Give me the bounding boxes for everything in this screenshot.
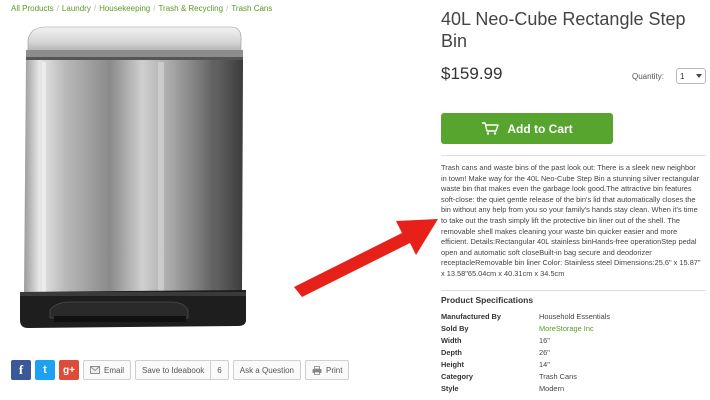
breadcrumb-separator: / [93, 4, 97, 13]
spec-value: 14" [539, 359, 550, 369]
quantity-control: Quantity: 1 [632, 68, 707, 84]
spec-value: Trash Cans [539, 371, 577, 381]
cart-icon [482, 122, 500, 135]
breadcrumb-separator: / [153, 4, 156, 13]
table-row: Style Modern [441, 382, 706, 394]
quantity-label: Quantity: [632, 71, 665, 81]
breadcrumb-laundry[interactable]: Laundry [62, 4, 91, 13]
ask-a-question-label: Ask a Question [239, 365, 294, 375]
table-row: Category Trash Cans [441, 370, 706, 382]
spec-value: 26" [539, 347, 550, 357]
add-to-cart-button[interactable]: Add to Cart [441, 113, 613, 144]
product-title: 40L Neo-Cube Rectangle Step Bin [441, 9, 686, 51]
googleplus-share-button[interactable]: g+ [59, 360, 79, 380]
save-to-ideabook-button[interactable]: Save to Ideabook 6 [135, 360, 229, 380]
spec-value: Household Essentials [539, 311, 611, 321]
divider [441, 155, 706, 156]
breadcrumb-separator: / [226, 4, 229, 13]
save-to-ideabook-label: Save to Ideabook [142, 365, 205, 375]
seller-link[interactable]: MoreStorage Inc [539, 322, 706, 334]
product-description: Trash cans and waste bins of the past lo… [441, 163, 701, 278]
spec-value: 16" [539, 335, 550, 345]
spec-value: Modern [539, 383, 565, 393]
specs-title: Product Specifications [441, 295, 534, 305]
ideabook-count: 6 [210, 361, 222, 379]
table-row: Width 16" [441, 334, 706, 346]
breadcrumb-all-products[interactable]: All Products [11, 4, 54, 13]
share-bar: f t g+ Email Save to Ideabook 6 Ask a Qu… [11, 360, 350, 380]
table-row: Manufactured By Household Essentials [441, 310, 706, 322]
spec-key: Width [441, 335, 462, 345]
twitter-share-button[interactable]: t [35, 360, 55, 380]
ask-a-question-button[interactable]: Ask a Question [232, 360, 301, 380]
specs-table: Manufactured By Household Essentials Sol… [441, 310, 706, 394]
annotation-arrow-icon [294, 219, 438, 297]
breadcrumb-housekeeping[interactable]: Housekeeping [99, 4, 150, 13]
printer-icon [312, 365, 322, 375]
print-button-label: Print [326, 365, 343, 375]
breadcrumb-trash-cans[interactable]: Trash Cans [231, 4, 272, 13]
product-image[interactable] [10, 22, 255, 342]
table-row: Depth 26" [441, 346, 706, 358]
breadcrumb: All Products / Laundry / Housekeeping / … [11, 4, 272, 13]
add-to-cart-label: Add to Cart [507, 121, 573, 136]
email-button-label: Email [104, 365, 125, 375]
spec-key: Height [441, 359, 464, 369]
divider [441, 290, 706, 291]
quantity-value: 1 [680, 71, 685, 81]
spec-key: Category [441, 371, 474, 381]
spec-key: Depth [441, 347, 462, 357]
product-price: $159.99 [441, 64, 503, 83]
spec-key: Manufactured By [441, 311, 501, 321]
breadcrumb-trash-recycling[interactable]: Trash & Recycling [158, 4, 223, 13]
breadcrumb-separator: / [56, 4, 59, 13]
email-button[interactable]: Email [83, 360, 132, 380]
chevron-down-icon [696, 74, 703, 78]
mail-icon [90, 366, 100, 374]
spec-key: Style [441, 383, 459, 393]
facebook-share-button[interactable]: f [11, 360, 31, 380]
table-row: Sold By MoreStorage Inc [441, 322, 706, 334]
spec-key: Sold By [441, 323, 469, 333]
table-row: Height 14" [441, 358, 706, 370]
quantity-select[interactable]: 1 [676, 68, 707, 84]
print-button[interactable]: Print [305, 360, 350, 380]
